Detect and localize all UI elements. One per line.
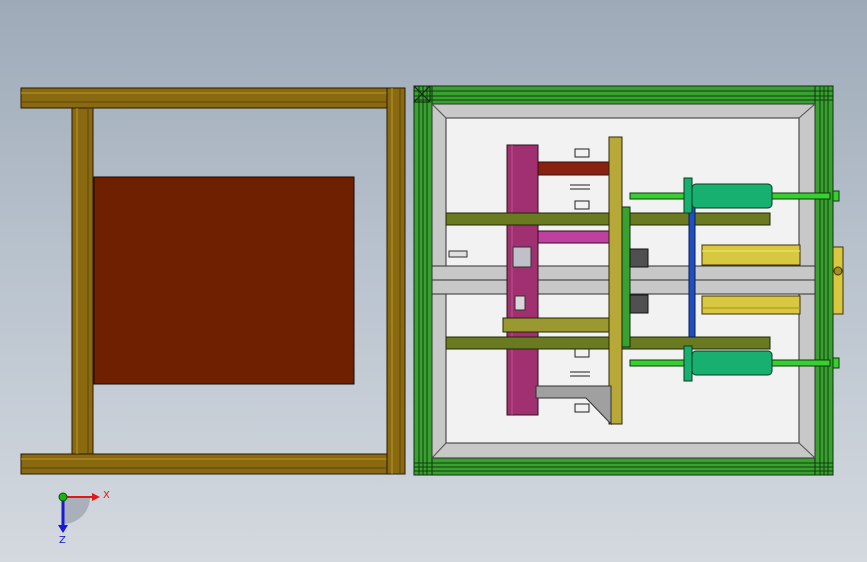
center-post: [386, 87, 406, 475]
blue-rail: [688, 192, 696, 338]
upright-post: [608, 136, 623, 425]
olive-slide: [502, 317, 612, 333]
x-axis-label: X: [103, 490, 110, 501]
small-shaft: [512, 246, 532, 268]
rust-arm: [537, 161, 612, 176]
motor-block-bottom: [629, 294, 649, 314]
left-frame: [20, 87, 406, 475]
bolt: [448, 250, 468, 258]
z-axis-label: Z: [59, 535, 66, 546]
y-axis-dot: [58, 492, 68, 502]
left-frame-post: [71, 107, 94, 455]
left-frame-top-rail: [20, 87, 388, 109]
cad-viewport: X Z: [0, 0, 867, 562]
axis-triad: X Z: [58, 490, 110, 546]
triad-shadow: [63, 497, 90, 524]
olive-rail-top: [445, 212, 771, 226]
olive-rail-bottom: [445, 336, 771, 350]
small-pin: [514, 295, 526, 311]
magenta-arm: [537, 230, 610, 244]
motor-block-top: [629, 248, 649, 268]
green-profile-top: [413, 85, 834, 105]
left-frame-bottom-rail: [20, 453, 388, 475]
assembly-drawing: X Z: [20, 85, 844, 546]
rust-plate: [93, 176, 355, 385]
green-upright: [621, 206, 631, 348]
